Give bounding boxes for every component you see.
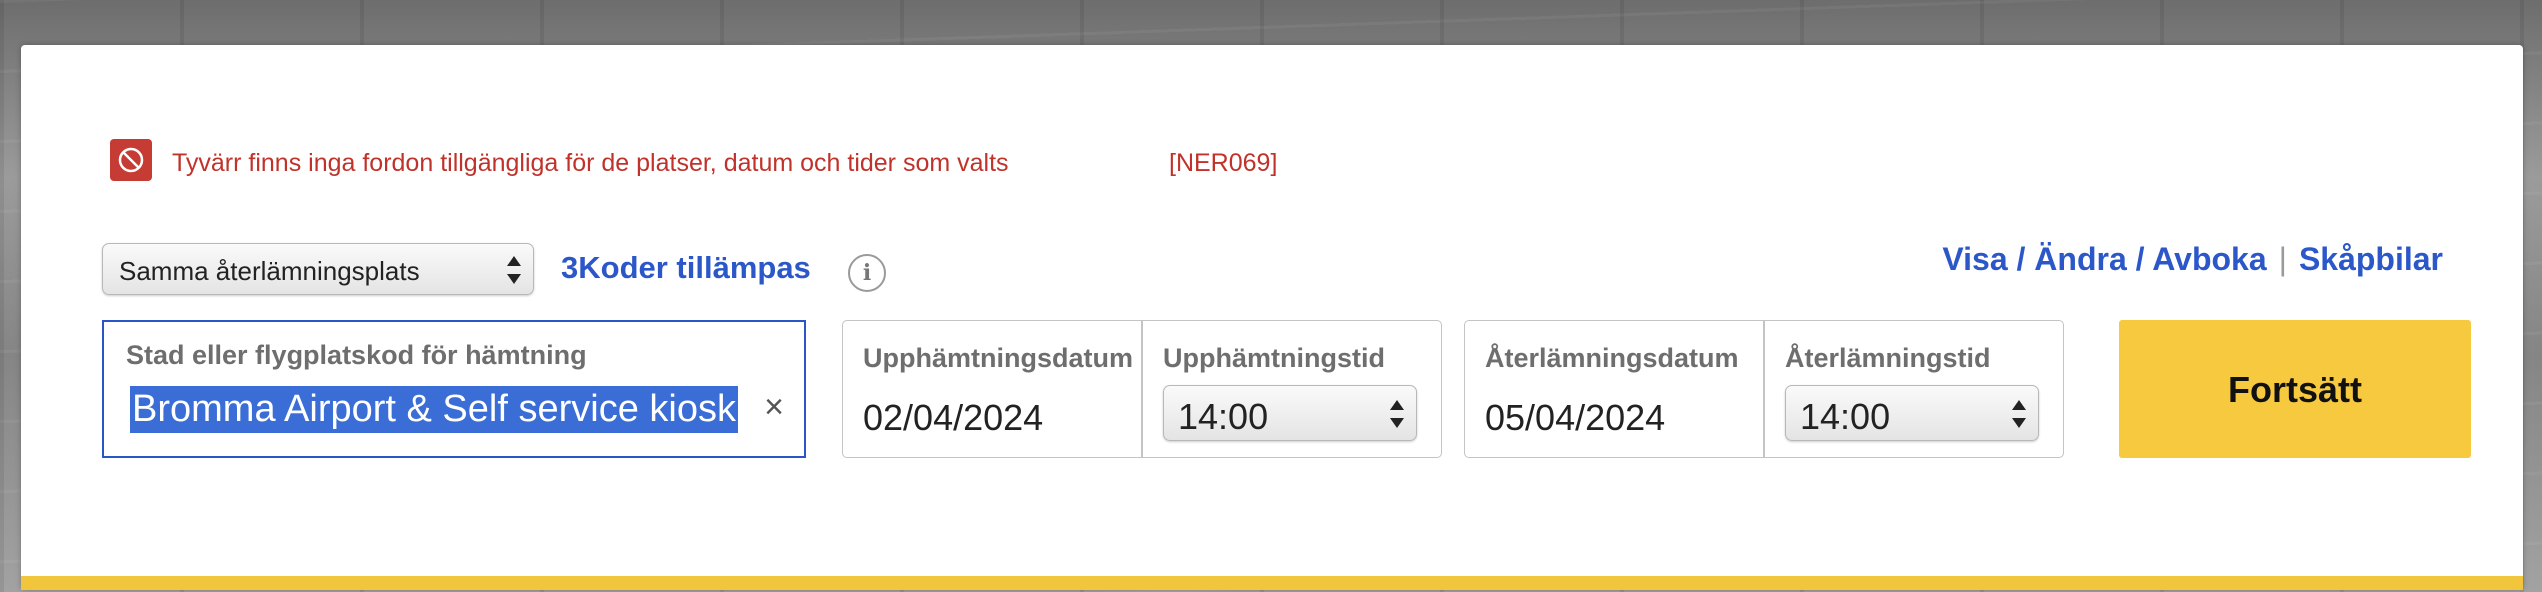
dropoff-time-label: Återlämningstid bbox=[1785, 343, 1991, 373]
pickup-date-value[interactable]: 02/04/2024 bbox=[863, 397, 1043, 439]
booking-panel: Tyvärr finns inga fordon tillgängliga fö… bbox=[21, 45, 2523, 590]
dropoff-datetime-group: Återlämningsdatum 05/04/2024 Återlämning… bbox=[1464, 320, 2064, 458]
pickup-time-value: 14:00 bbox=[1178, 396, 1269, 437]
pickup-datetime-group: Upphämtningsdatum 02/04/2024 Upphämtning… bbox=[842, 320, 1442, 458]
pickup-date-field[interactable]: Upphämtningsdatum 02/04/2024 bbox=[843, 321, 1141, 457]
continue-button[interactable]: Fortsätt bbox=[2119, 320, 2471, 458]
pickup-date-label: Upphämtningsdatum bbox=[863, 343, 1133, 373]
pickup-time-field: Upphämtningstid 14:00 bbox=[1143, 321, 1443, 457]
panel-accent-bar bbox=[21, 576, 2523, 590]
no-entry-icon bbox=[110, 139, 152, 181]
dropoff-date-label: Återlämningsdatum bbox=[1485, 343, 1739, 373]
manage-booking-link[interactable]: Visa / Ändra / Avboka bbox=[1942, 241, 2266, 277]
dropoff-time-field: Återlämningstid 14:00 bbox=[1765, 321, 2065, 457]
pickup-time-label: Upphämtningstid bbox=[1163, 343, 1385, 373]
error-message: Tyvärr finns inga fordon tillgängliga fö… bbox=[172, 149, 1009, 177]
select-arrows-icon bbox=[1390, 400, 1404, 428]
return-location-select-value: Samma återlämningsplats bbox=[119, 256, 420, 286]
vans-link[interactable]: Skåpbilar bbox=[2299, 241, 2443, 277]
link-separator: | bbox=[2278, 241, 2287, 277]
dropoff-date-value[interactable]: 05/04/2024 bbox=[1485, 397, 1665, 439]
pickup-location-label: Stad eller flygplatskod för hämtning bbox=[126, 340, 587, 370]
pickup-time-select[interactable]: 14:00 bbox=[1163, 385, 1417, 441]
top-links: Visa / Ändra / Avboka | Skåpbilar bbox=[1942, 241, 2443, 278]
select-arrows-icon bbox=[2012, 400, 2026, 428]
pickup-location-field[interactable]: Stad eller flygplatskod för hämtning Bro… bbox=[102, 320, 806, 458]
return-location-select[interactable]: Samma återlämningsplats bbox=[102, 243, 534, 295]
dropoff-date-field[interactable]: Återlämningsdatum 05/04/2024 bbox=[1465, 321, 1763, 457]
dropoff-time-select[interactable]: 14:00 bbox=[1785, 385, 2039, 441]
select-arrows-icon bbox=[507, 256, 521, 284]
pickup-location-input[interactable]: Bromma Airport & Self service kiosk bbox=[130, 386, 738, 433]
promo-codes-link[interactable]: 3Koder tillämpas bbox=[561, 250, 811, 286]
info-icon[interactable]: i bbox=[848, 254, 886, 292]
error-code: [NER069] bbox=[1169, 149, 1278, 177]
dropoff-time-value: 14:00 bbox=[1800, 396, 1891, 437]
clear-icon[interactable]: × bbox=[764, 388, 784, 427]
